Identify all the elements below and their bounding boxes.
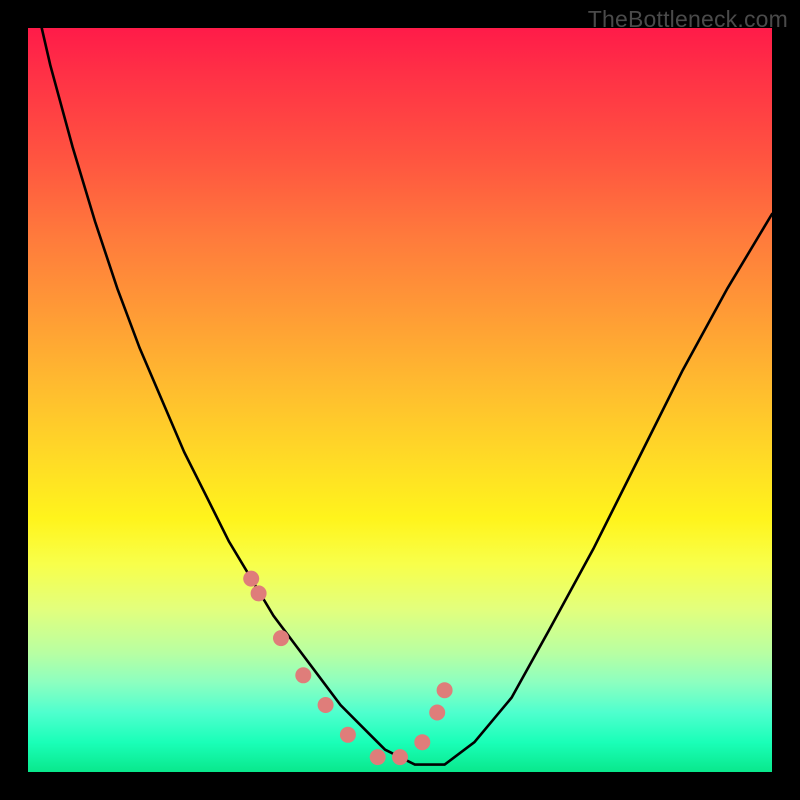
trough-markers — [243, 571, 452, 766]
marker-dot — [251, 585, 267, 601]
marker-dot — [273, 630, 289, 646]
chart-svg — [28, 28, 772, 772]
chart-outer-frame: TheBottleneck.com — [0, 0, 800, 800]
marker-dot — [392, 749, 408, 765]
marker-dot — [414, 734, 430, 750]
marker-dot — [318, 697, 334, 713]
chart-plot-area — [28, 28, 772, 772]
marker-dot — [370, 749, 386, 765]
marker-dot — [429, 705, 445, 721]
bottleneck-curve-line — [28, 0, 772, 765]
marker-dot — [340, 727, 356, 743]
marker-dot — [295, 667, 311, 683]
marker-dot — [437, 682, 453, 698]
marker-dot — [243, 571, 259, 587]
watermark-text: TheBottleneck.com — [588, 6, 788, 33]
